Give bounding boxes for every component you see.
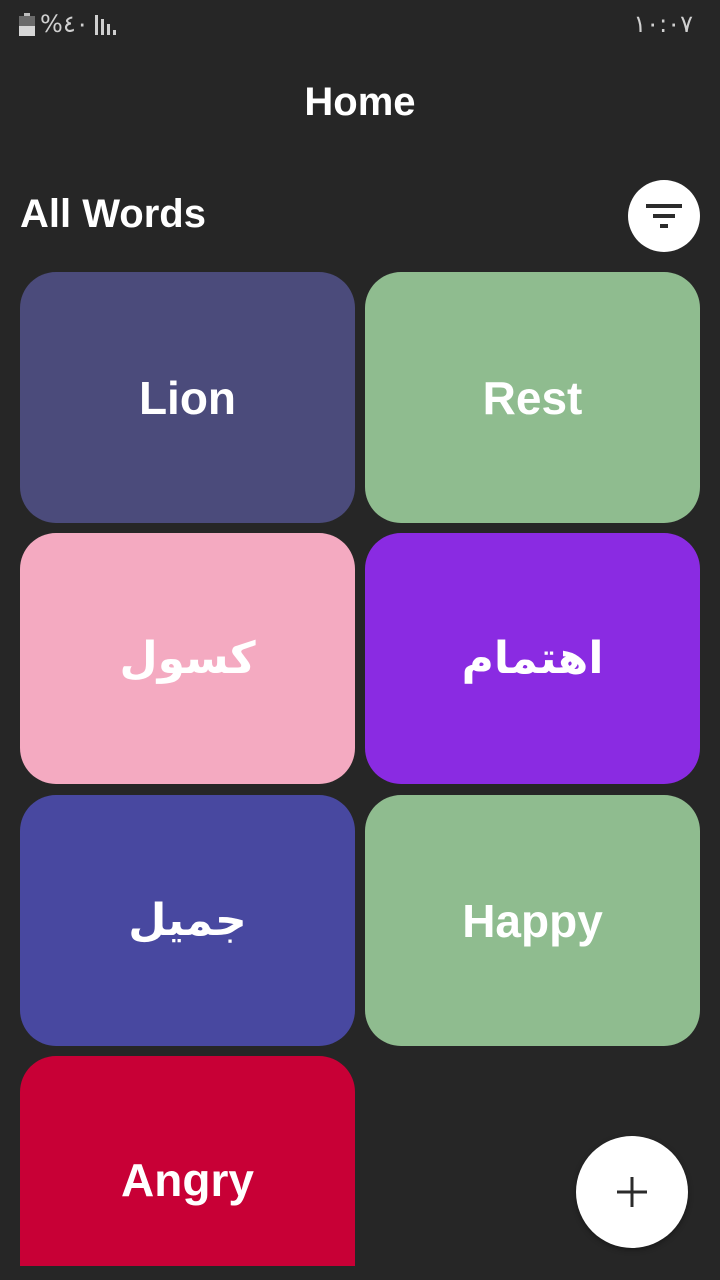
status-bar: %٤٠ ١٠:٠٧ [0,0,720,50]
word-label: Happy [462,894,603,947]
battery-percent: %٤٠ [40,10,89,38]
word-label: اهتمام [461,632,604,684]
word-card-happy[interactable]: Happy [365,795,700,1046]
clock: ١٠:٠٧ [633,10,693,38]
word-label: Rest [482,371,583,424]
section-title: All Words [20,192,206,236]
word-label: Lion [138,371,237,424]
filter-icon [646,204,682,228]
add-word-button[interactable] [576,1136,688,1248]
word-label: كسول [119,632,256,684]
word-card-angry[interactable]: Angry [20,1056,355,1266]
word-card-beautiful[interactable]: جميل [20,795,355,1046]
battery-icon [19,13,35,36]
word-card-lazy[interactable]: كسول [20,533,355,784]
word-card-rest[interactable]: Rest [365,272,700,523]
page-title: Home [304,80,416,124]
word-card-attention[interactable]: اهتمام [365,533,700,784]
word-label: Angry [121,1154,254,1206]
word-label: جميل [128,894,247,946]
signal-icon [95,15,116,35]
filter-button[interactable] [628,180,700,252]
plus-icon [617,1177,647,1207]
word-card-lion[interactable]: Lion [20,272,355,523]
